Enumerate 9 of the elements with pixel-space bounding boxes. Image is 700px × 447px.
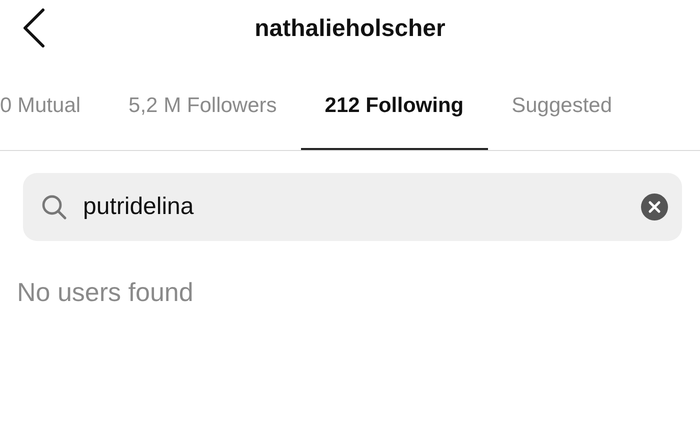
tab[interactable]: Suggested <box>488 58 636 150</box>
empty-message: No users found <box>17 277 194 308</box>
tab[interactable]: 0 Mutual <box>0 58 105 150</box>
page-title: nathalieholscher <box>254 15 446 43</box>
tab[interactable]: 5,2 M Followers <box>104 58 301 150</box>
clear-icon[interactable] <box>641 194 668 220</box>
tab[interactable]: 212 Following <box>300 58 488 150</box>
search-field[interactable]: putridelina <box>23 173 682 241</box>
back-icon[interactable] <box>22 8 46 48</box>
